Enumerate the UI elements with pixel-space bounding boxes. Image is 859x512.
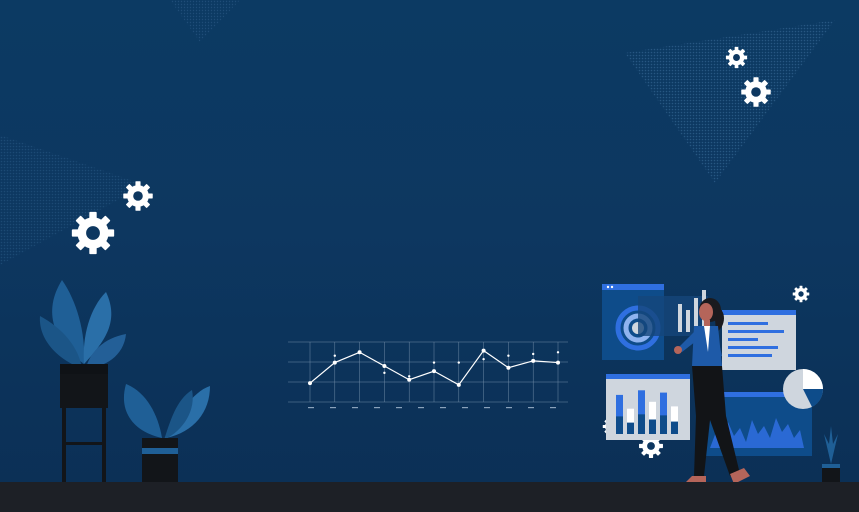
tick-mark [418, 407, 424, 409]
tick-mark [484, 407, 490, 409]
floor [0, 482, 859, 512]
chart-point [332, 360, 337, 365]
chart-point [532, 352, 535, 356]
chart-point [383, 371, 386, 375]
bar-segment [638, 414, 645, 434]
gear-icon [725, 46, 748, 69]
gear-icon [71, 211, 115, 255]
dotted-triangle-right [625, 20, 835, 183]
small-plant-right [822, 426, 840, 484]
illustration-scene [0, 0, 859, 512]
bar-segment [649, 419, 656, 434]
chart-grid [288, 341, 568, 403]
chart-point [407, 377, 412, 382]
chart-ticks [308, 407, 556, 409]
chart-point [457, 361, 460, 364]
tick-mark [374, 407, 380, 409]
woman-figure [674, 298, 750, 484]
tick-mark [330, 407, 336, 409]
bar-segment [627, 422, 634, 434]
chart-point [482, 357, 485, 361]
dotted-triangle-top [170, 0, 240, 42]
chart-point [408, 375, 411, 378]
chart-point [556, 360, 560, 365]
tick-mark [528, 407, 534, 409]
line-chart [288, 341, 568, 409]
gear-icon [123, 181, 153, 211]
pie-chart-icon [783, 369, 824, 409]
tick-mark [506, 407, 512, 409]
chart-point [506, 365, 511, 370]
chart-point [456, 382, 461, 387]
chart-point [481, 348, 486, 353]
bar-segment [660, 415, 667, 434]
tick-mark [440, 407, 446, 409]
tick-mark [550, 407, 556, 409]
tick-mark [352, 407, 358, 409]
chart-point [308, 381, 312, 386]
chart-point [432, 369, 436, 374]
bar-segment [616, 416, 623, 434]
tick-mark [396, 407, 402, 409]
gear-icon [741, 77, 771, 107]
potted-plant-short [123, 384, 210, 484]
chart-point [507, 354, 510, 357]
chart-point [333, 354, 336, 357]
chart-point [531, 358, 536, 363]
tick-mark [308, 407, 314, 409]
chart-point [556, 351, 560, 354]
tick-mark [462, 407, 468, 409]
chart-point [432, 361, 436, 364]
chart-point [382, 364, 387, 368]
chart-point [358, 351, 361, 354]
analytics-cluster [594, 280, 824, 484]
